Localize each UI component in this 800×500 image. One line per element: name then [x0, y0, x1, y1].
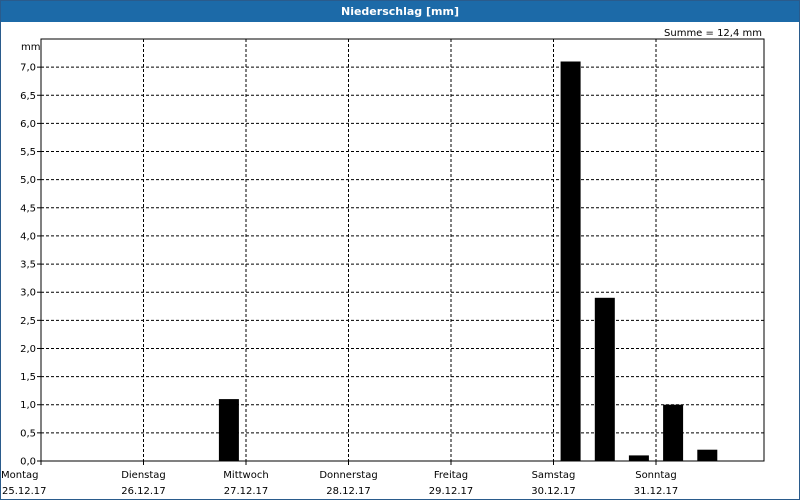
x-tick-date: 25.12.17	[2, 486, 47, 497]
precip-bar	[663, 404, 684, 461]
y-tick-label: 3,0	[20, 288, 36, 299]
y-axis-label: mm	[21, 42, 40, 53]
y-tick-label: 2,5	[20, 316, 36, 327]
x-tick-date: 27.12.17	[224, 486, 269, 497]
precip-bar	[697, 449, 718, 461]
y-tick-label: 5,0	[20, 175, 36, 186]
y-tick-label: 1,5	[20, 372, 36, 383]
y-tick-label: 0,5	[20, 428, 36, 439]
x-tick-weekday: Donnerstag	[319, 470, 377, 481]
y-tick-label: 4,0	[20, 231, 36, 242]
y-tick-label: 1,0	[20, 400, 36, 411]
y-tick-label: 2,0	[20, 344, 36, 355]
sum-label: Summe = 12,4 mm	[664, 28, 762, 39]
y-tick-label: 3,5	[20, 260, 36, 271]
y-tick-label: 4,5	[20, 203, 36, 214]
precipitation-chart: 0,0 0,5 1,0 1,5 2,0 2,5 3,0 3,5 4,0 4,5 5,0 5,5 6,0 6…	[1, 28, 765, 497]
y-tick-label: 6,5	[20, 91, 36, 102]
precip-bar	[628, 455, 649, 461]
x-tick-date: 26.12.17	[121, 486, 166, 497]
precip-bar	[560, 61, 581, 461]
y-tick-label: 0,0	[20, 457, 36, 468]
x-tick-weekday: Sonntag	[635, 470, 677, 481]
x-tick-weekday: Montag	[1, 470, 38, 481]
x-tick-weekday: Mittwoch	[223, 470, 268, 481]
y-tick-label: 6,0	[20, 119, 36, 130]
x-axis-ticks: Montag 25.12.17 Dienstag 26.12.17 Mittwoch 27…	[1, 461, 678, 497]
y-tick-label: 5,5	[20, 147, 36, 158]
x-tick-date: 29.12.17	[429, 486, 474, 497]
bars	[218, 61, 718, 461]
x-tick-weekday: Samstag	[532, 470, 576, 481]
x-tick-weekday: Freitag	[434, 470, 468, 481]
x-tick-date: 30.12.17	[531, 486, 576, 497]
x-tick-date: 31.12.17	[634, 486, 679, 497]
x-tick-weekday: Dienstag	[121, 470, 166, 481]
y-axis-ticks: 0,0 0,5 1,0 1,5 2,0 2,5 3,0 3,5 4,0 4,5 5,0 5,5 6,0 6…	[20, 63, 41, 468]
y-tick-label: 7,0	[20, 63, 36, 74]
precip-bar	[218, 399, 239, 461]
x-tick-date: 28.12.17	[326, 486, 371, 497]
grid-lines	[41, 39, 764, 461]
precip-bar	[594, 297, 615, 461]
